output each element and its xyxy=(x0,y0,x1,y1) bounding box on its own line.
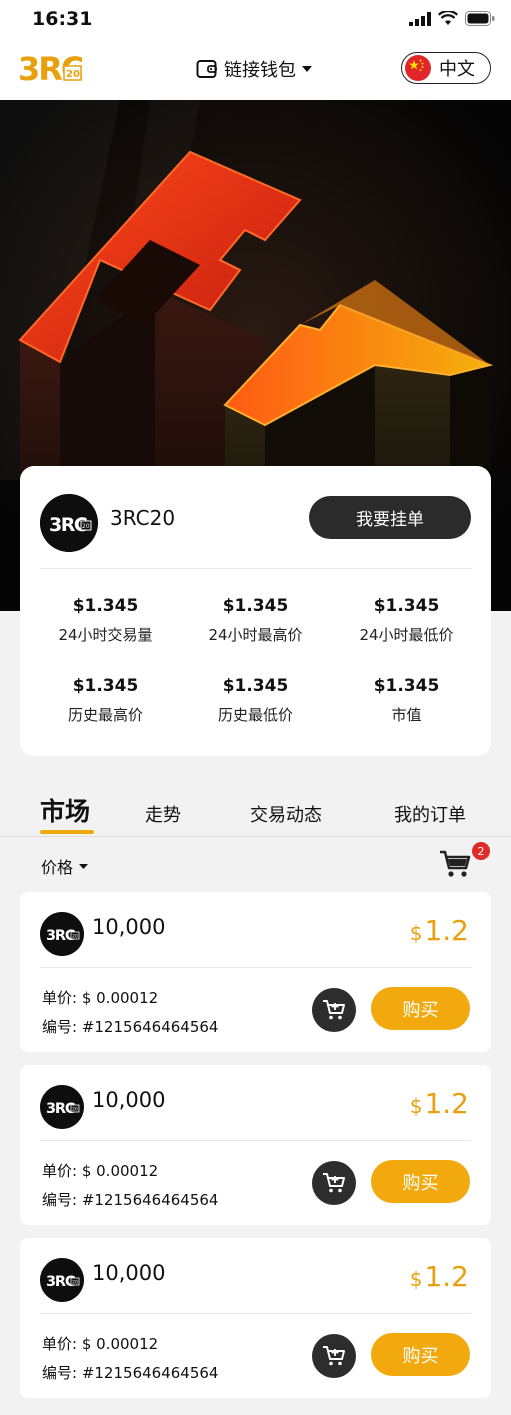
price-value: 1.2 xyxy=(424,1087,469,1120)
listing-card[interactable]: 3RC 20 10,000 $1.2 单价: $ 0.00012 编号: #12… xyxy=(20,1238,491,1398)
svg-text:20: 20 xyxy=(72,1280,78,1286)
language-label: 中文 xyxy=(439,59,475,80)
buy-button[interactable]: 购买 xyxy=(371,1160,470,1203)
listing-divider xyxy=(40,1313,471,1314)
token-info-card: 3RC 20 3RC20 我要挂单 $1.345 24小时交易量 $1.345 … xyxy=(20,466,491,756)
status-bar: 16:31 xyxy=(0,0,511,40)
app-header: 3RC 20 链接钱包 中文 xyxy=(0,40,511,100)
svg-text:20: 20 xyxy=(72,1107,78,1113)
caret-down-icon xyxy=(79,863,89,869)
card-divider xyxy=(40,568,471,569)
listing-card[interactable]: 3RC 20 10,000 $1.2 单价: $ 0.00012 编号: #12… xyxy=(20,892,491,1052)
wallet-icon xyxy=(196,60,217,78)
wifi-icon xyxy=(438,11,458,25)
add-to-cart-button[interactable] xyxy=(312,1334,356,1378)
listing-amount: 10,000 xyxy=(92,915,166,939)
connect-wallet-label: 链接钱包 xyxy=(224,60,296,81)
currency-symbol: $ xyxy=(409,1094,423,1118)
listing-price: $1.2 xyxy=(410,914,469,947)
tab-market[interactable]: 市场 xyxy=(40,792,90,828)
tab-my-orders[interactable]: 我的订单 xyxy=(394,801,466,827)
order-id: 编号: #1215646464564 xyxy=(42,1191,219,1209)
add-to-cart-icon xyxy=(323,1173,345,1193)
place-order-button[interactable]: 我要挂单 xyxy=(309,496,471,539)
stat-label: 24小时交易量 xyxy=(58,626,153,644)
add-to-cart-icon xyxy=(323,1346,345,1366)
stat-all-time-low: $1.345 历史最低价 xyxy=(180,676,331,725)
order-id: 编号: #1215646464564 xyxy=(42,1018,219,1036)
unit-price: 单价: $ 0.00012 xyxy=(42,1335,159,1353)
listing-amount: 10,000 xyxy=(92,1088,166,1112)
unit-price: 单价: $ 0.00012 xyxy=(42,1162,159,1180)
stat-value: $1.345 xyxy=(222,596,289,616)
token-logo: 3RC 20 xyxy=(40,912,84,956)
tab-trade-activity[interactable]: 交易动态 xyxy=(250,801,322,827)
listing-amount: 10,000 xyxy=(92,1261,166,1285)
token-logo: 3RC 20 xyxy=(40,1085,84,1129)
signal-icon xyxy=(409,11,431,26)
unit-price: 单价: $ 0.00012 xyxy=(42,989,159,1007)
add-to-cart-button[interactable] xyxy=(312,988,356,1032)
stat-all-time-high: $1.345 历史最高价 xyxy=(30,676,181,725)
battery-icon xyxy=(465,11,495,26)
price-value: 1.2 xyxy=(424,914,469,947)
order-id: 编号: #1215646464564 xyxy=(42,1364,219,1382)
stat-value: $1.345 xyxy=(72,596,139,616)
listing-divider xyxy=(40,967,471,968)
cart-icon[interactable] xyxy=(438,848,472,880)
svg-text:20: 20 xyxy=(66,69,80,80)
svg-text:3RC: 3RC xyxy=(46,1101,75,1117)
currency-symbol: $ xyxy=(409,1267,423,1291)
listing-card[interactable]: 3RC 20 10,000 $1.2 单价: $ 0.00012 编号: #12… xyxy=(20,1065,491,1225)
svg-text:20: 20 xyxy=(72,934,78,940)
add-to-cart-button[interactable] xyxy=(312,1161,356,1205)
stat-value: $1.345 xyxy=(373,596,440,616)
token-logo: 3RC 20 xyxy=(40,494,98,552)
stat-24h-high: $1.345 24小时最高价 xyxy=(180,596,331,645)
china-flag-icon xyxy=(405,55,431,81)
language-switch[interactable]: 中文 xyxy=(401,52,491,84)
stat-24h-low: $1.345 24小时最低价 xyxy=(331,596,482,645)
listing-divider xyxy=(40,1140,471,1141)
connect-wallet-button[interactable]: 链接钱包 xyxy=(196,56,312,82)
chevron-down-icon xyxy=(302,66,312,72)
svg-text:3RC: 3RC xyxy=(46,1274,75,1290)
app-logo[interactable]: 3RC 20 xyxy=(18,48,82,86)
stat-label: 24小时最低价 xyxy=(359,626,454,644)
sort-label: 价格 xyxy=(41,858,74,877)
stat-label: 24小时最高价 xyxy=(208,626,303,644)
listing-price: $1.2 xyxy=(410,1260,469,1293)
stat-market-cap: $1.345 市值 xyxy=(331,676,482,725)
stat-value: $1.345 xyxy=(72,676,139,696)
status-icons xyxy=(409,11,495,26)
stat-value: $1.345 xyxy=(373,676,440,696)
sort-price-dropdown[interactable]: 价格 xyxy=(41,854,89,878)
stat-label: 历史最高价 xyxy=(67,706,143,724)
currency-symbol: $ xyxy=(409,921,423,945)
token-logo: 3RC 20 xyxy=(40,1258,84,1302)
buy-button[interactable]: 购买 xyxy=(371,987,470,1030)
tab-trend[interactable]: 走势 xyxy=(145,801,181,827)
svg-text:3RC: 3RC xyxy=(46,928,75,944)
add-to-cart-icon xyxy=(323,1000,345,1020)
listing-price: $1.2 xyxy=(410,1087,469,1120)
stat-24h-volume: $1.345 24小时交易量 xyxy=(30,596,181,645)
status-time: 16:31 xyxy=(32,8,93,30)
buy-button[interactable]: 购买 xyxy=(371,1333,470,1376)
price-value: 1.2 xyxy=(424,1260,469,1293)
stat-value: $1.345 xyxy=(222,676,289,696)
tab-bar: 市场 走势 交易动态 我的订单 xyxy=(0,790,511,836)
cart-count-badge: 2 xyxy=(472,842,490,860)
tabs-divider xyxy=(0,836,511,837)
token-name: 3RC20 xyxy=(110,506,176,530)
svg-text:20: 20 xyxy=(82,523,90,530)
active-tab-indicator xyxy=(40,830,94,834)
stat-label: 历史最低价 xyxy=(217,706,293,724)
sort-bar: 价格 2 xyxy=(0,842,511,882)
stat-label: 市值 xyxy=(391,706,422,724)
